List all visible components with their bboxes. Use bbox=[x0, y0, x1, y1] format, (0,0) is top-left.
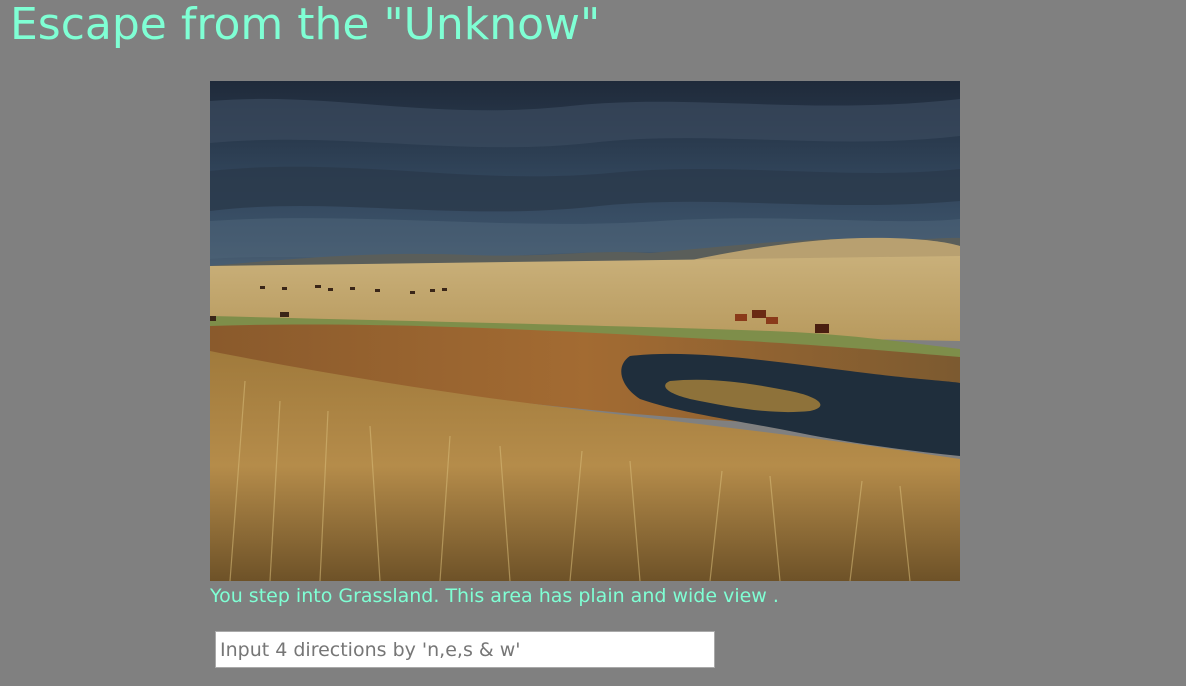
game-page: Escape from the "Unknow" You step into G… bbox=[0, 0, 1186, 686]
direction-input[interactable] bbox=[215, 631, 715, 668]
location-description: You step into Grassland. This area has p… bbox=[210, 585, 779, 607]
grassland-landscape-image bbox=[210, 81, 960, 581]
game-title: Escape from the "Unknow" bbox=[10, 0, 601, 50]
location-image bbox=[210, 81, 960, 581]
